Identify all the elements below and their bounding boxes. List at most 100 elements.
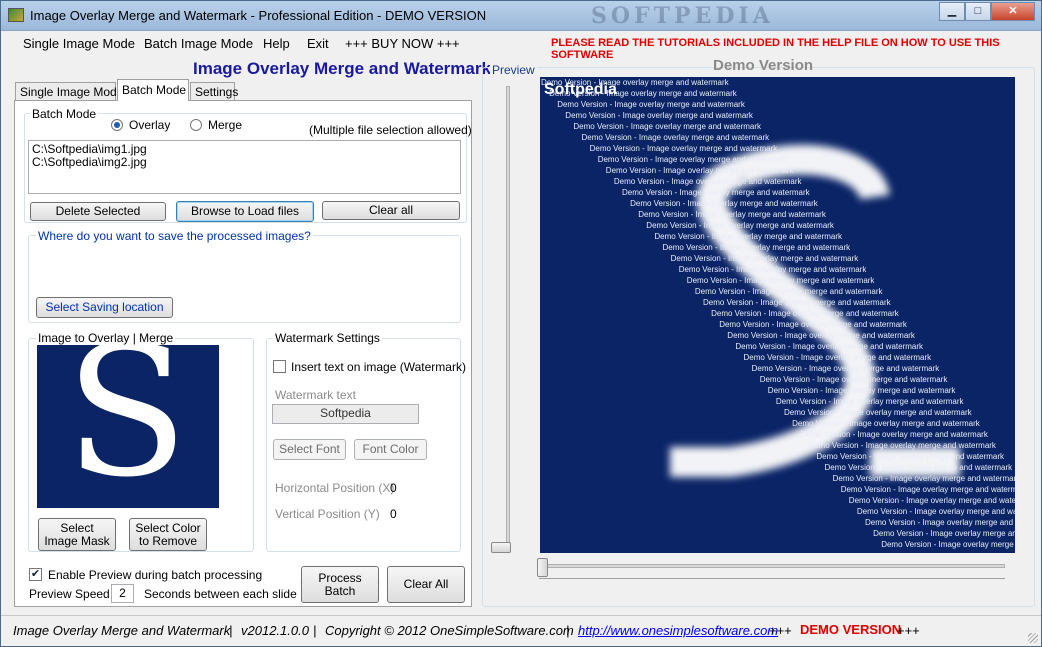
demo-version-title: Demo Version — [713, 57, 814, 74]
preview-speed-suffix: Seconds between each slide — [144, 587, 297, 601]
watermark-settings-label: Watermark Settings — [273, 331, 382, 345]
delete-selected-button[interactable]: Delete Selected — [30, 202, 166, 221]
watermark-line: Demo Version - Image overlay merge and w… — [751, 364, 940, 373]
preview-speed-label: Preview Speed — [29, 587, 110, 601]
menu-exit[interactable]: Exit — [307, 36, 329, 51]
watermark-line: Demo Version - Image overlay merge and w… — [638, 210, 826, 219]
watermark-line: Demo Version - Image overlay merge and w… — [873, 529, 1015, 538]
horizontal-position-label: Horizontal Position (X) — [275, 481, 395, 495]
list-item[interactable]: C:\Softpedia\img2.jpg — [32, 156, 457, 169]
watermark-line: Demo Version - Image overlay merge and w… — [735, 342, 924, 351]
menu-bar: Single Image Mode Batch Image Mode Help … — [1, 32, 1041, 61]
vertical-position-value[interactable]: 0 — [390, 507, 397, 521]
status-separator: | — [313, 623, 317, 638]
menu-buy-now[interactable]: +++ BUY NOW +++ — [345, 36, 460, 51]
overlay-radio[interactable] — [111, 119, 123, 131]
watermark-line: Demo Version - Image overlay merge and w… — [573, 122, 762, 131]
watermark-line: Demo Version - Image overlay merge and w… — [589, 144, 778, 153]
zoom-slider-handle[interactable] — [491, 542, 511, 553]
overlay-radio-label[interactable]: Overlay — [129, 118, 170, 132]
watermark-line: Demo Version - Image overlay merge and w… — [792, 419, 980, 428]
overlay-image-letter: S — [65, 345, 189, 508]
overlay-image-preview: S — [37, 345, 219, 508]
preview-speed-input[interactable]: 2 — [111, 584, 134, 603]
watermark-line: Demo Version - Image overlay merge and w… — [784, 408, 972, 417]
watermark-line: Demo Version - Image overlay merge and w… — [694, 287, 883, 296]
file-list[interactable]: C:\Softpedia\img1.jpg C:\Softpedia\img2.… — [28, 140, 461, 194]
status-plus-left: +++ — [769, 623, 792, 638]
horizontal-position-value[interactable]: 0 — [390, 481, 397, 495]
process-batch-button[interactable]: Process Batch — [301, 566, 379, 603]
merge-radio[interactable] — [190, 119, 202, 131]
slide-slider-track[interactable] — [539, 564, 1005, 568]
batch-mode-group-label: Batch Mode — [30, 107, 99, 121]
main-window: Image Overlay Merge and Watermark - Prof… — [0, 0, 1042, 647]
save-location-prompt: Where do you want to save the processed … — [36, 229, 313, 243]
watermark-line: Demo Version - Image overlay merge and w… — [630, 199, 818, 208]
watermark-line: Demo Version - Image overlay merge and w… — [824, 463, 1013, 472]
minimize-button[interactable]: ▁ — [939, 2, 965, 21]
watermark-line: Demo Version - Image overlay merge and w… — [622, 188, 810, 197]
vertical-position-label: Vertical Position (Y) — [275, 507, 380, 521]
watermark-line: Demo Version - Image overlay merge and w… — [549, 89, 737, 98]
status-app-name: Image Overlay Merge and Watermark — [13, 623, 231, 638]
status-copyright: Copyright © 2012 OneSimpleSoftware.com — [325, 623, 574, 638]
app-icon[interactable] — [8, 8, 24, 22]
watermark-line: Demo Version - Image overlay merge and w… — [565, 111, 753, 120]
merge-radio-label[interactable]: Merge — [208, 118, 242, 132]
watermark-line: Demo Version - Image overlay merge and w… — [840, 485, 1015, 494]
preview-label: Preview — [490, 63, 537, 77]
watermark-line: Demo Version - Image overlay merge and w… — [605, 166, 794, 175]
slide-slider-handle[interactable] — [537, 558, 548, 577]
multiple-selection-hint: (Multiple file selection allowed) — [309, 123, 472, 137]
overlay-image-group-label: Image to Overlay | Merge — [36, 331, 176, 345]
watermark-line: Demo Version - Image overlay merge and w… — [597, 155, 786, 164]
tab-settings[interactable]: Settings — [190, 82, 238, 101]
enable-preview-checkbox[interactable]: ✔ — [29, 568, 42, 581]
close-button[interactable]: ✕ — [991, 2, 1035, 21]
zoom-slider-track[interactable] — [506, 86, 510, 548]
app-heading: Image Overlay Merge and Watermark — [193, 59, 491, 78]
watermark-line: Demo Version - Image overlay merge and w… — [719, 320, 907, 329]
watermark-line: Demo Version - Image overlay merge and w… — [557, 100, 745, 109]
watermark-line: Demo Version - Image overlay merge and w… — [711, 309, 899, 318]
status-plus-right: +++ — [897, 623, 920, 638]
watermark-line: Demo Version - Image overlay merge and w… — [816, 452, 1005, 461]
maximize-button[interactable]: □ — [965, 2, 991, 21]
menu-single-image-mode[interactable]: Single Image Mode — [23, 36, 135, 51]
menu-help[interactable]: Help — [263, 36, 290, 51]
status-demo-version: DEMO VERSION — [800, 622, 902, 637]
watermark-line: Demo Version - Image overlay merge and w… — [865, 518, 1015, 527]
window-title: Image Overlay Merge and Watermark - Prof… — [30, 8, 487, 23]
watermark-line: Demo Version - Image overlay merge and w… — [800, 430, 988, 439]
watermark-line: Demo Version - Image overlay merge and w… — [848, 496, 1015, 505]
watermark-line: Demo Version - Image overlay merge and w… — [832, 474, 1015, 483]
browse-files-button[interactable]: Browse to Load files — [176, 201, 314, 222]
website-link[interactable]: http://www.onesimplesoftware.com — [578, 623, 778, 638]
clear-all-files-button[interactable]: Clear all — [322, 201, 460, 220]
select-font-button[interactable]: Select Font — [273, 439, 346, 460]
font-color-button[interactable]: Font Color — [354, 439, 427, 460]
status-version: v2012.1.0.0 — [241, 623, 309, 638]
watermark-line: Demo Version - Image overlay merge and w… — [703, 298, 891, 307]
menu-batch-image-mode[interactable]: Batch Image Mode — [144, 36, 253, 51]
watermark-line: Demo Version - Image overlay merge and w… — [808, 441, 996, 450]
watermark-line: Demo Version - Image overlay merge and w… — [662, 243, 851, 252]
watermark-line: Demo Version - Image overlay merge and w… — [613, 177, 802, 186]
preview-image: Softpedia Demo Version - Image overlay m… — [540, 77, 1015, 553]
status-separator: | — [229, 623, 233, 638]
watermark-text-field[interactable]: Softpedia — [272, 404, 419, 424]
watermark-line: Demo Version - Image overlay merge and w… — [686, 276, 875, 285]
watermark-line: Demo Version - Image overlay merge and w… — [727, 331, 915, 340]
select-image-mask-button[interactable]: Select Image Mask — [38, 518, 116, 551]
select-saving-location-button[interactable]: Select Saving location — [36, 297, 173, 318]
insert-watermark-checkbox[interactable] — [273, 360, 286, 373]
tab-batch-mode[interactable]: Batch Mode — [117, 79, 189, 101]
resize-grip[interactable] — [1028, 633, 1038, 643]
title-bar[interactable]: Image Overlay Merge and Watermark - Prof… — [1, 1, 1041, 31]
select-color-to-remove-button[interactable]: Select Color to Remove — [129, 518, 207, 551]
clear-all-button[interactable]: Clear All — [387, 566, 465, 603]
insert-watermark-label[interactable]: Insert text on image (Watermark) — [291, 360, 466, 374]
enable-preview-label[interactable]: Enable Preview during batch processing — [48, 568, 262, 582]
tab-single-image-mode[interactable]: Single Image Mode — [15, 82, 123, 101]
